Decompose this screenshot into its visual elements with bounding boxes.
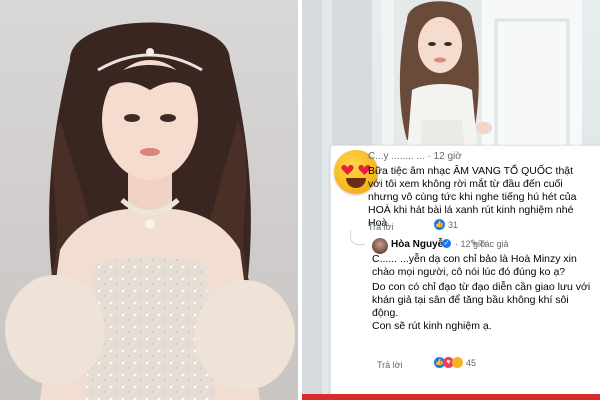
comment2-line1: C...... ...yễn dạ con chỉ bảo là Hoà Min… xyxy=(372,253,577,278)
verified-check-icon: ✓ xyxy=(442,239,451,248)
left-portrait-photo xyxy=(0,0,298,400)
emoji-mouth xyxy=(346,178,366,188)
comment2-line2: Do con có chỉ đạo từ đạo diễn cần giao l… xyxy=(372,281,591,319)
comment2-avatar[interactable] xyxy=(372,238,388,254)
comment1-reactions[interactable]: 👍 31 xyxy=(434,219,458,230)
left-portrait-illustration xyxy=(5,22,295,400)
comment2-reactions[interactable]: 👍 ♥ 45 xyxy=(434,357,476,368)
comment2-author-badge: Tác giả xyxy=(479,239,509,249)
bottom-accent-bar xyxy=(302,394,600,400)
like-reaction-icon: 👍 xyxy=(434,219,445,230)
reply-thread-line xyxy=(350,230,365,245)
image-frame: C...y ........ ... · 12 giờ Bữa tiệc âm … xyxy=(0,0,600,400)
comment1-text: Bữa tiệc âm nhạc ÂM VANG TỔ QUỐC thật vớ… xyxy=(368,165,577,229)
comment2-reply-link[interactable]: Trả lời xyxy=(377,360,403,370)
wow-reaction-icon xyxy=(452,357,463,368)
comment2-text: C...... ...yễn dạ con chỉ bảo là Hoà Min… xyxy=(372,253,592,333)
comment2-reaction-count: 45 xyxy=(466,357,477,368)
comment2-author-name[interactable]: Hòa Nguyễn xyxy=(391,239,449,250)
comment1-author-name[interactable]: C...y ........ ... · 12 giờ xyxy=(368,151,462,162)
comment2-line3: Con sẽ rút kinh nghiệm ạ. xyxy=(372,320,492,332)
heart-eye-left-icon xyxy=(341,164,354,175)
author-pen-icon: ✎ xyxy=(470,238,478,248)
comment1-reaction-count: 31 xyxy=(448,219,459,230)
comment1-reply-link[interactable]: Trả lời xyxy=(368,222,394,232)
